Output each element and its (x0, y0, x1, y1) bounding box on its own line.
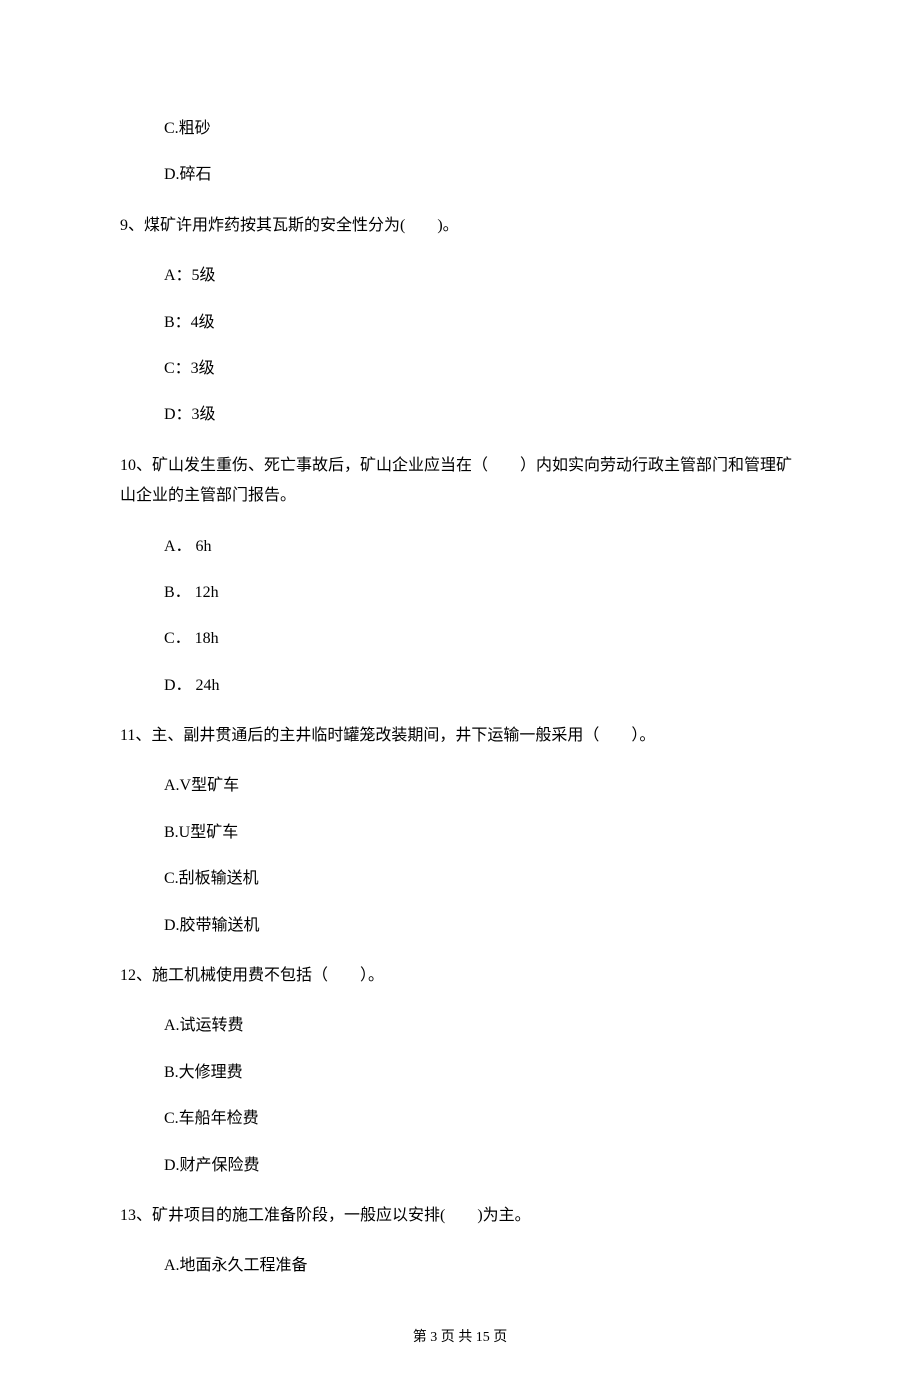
question-12-option-a: A.试运转费 (120, 1015, 800, 1037)
question-10-option-c: C． 18h (120, 628, 800, 650)
question-12-text: 12、施工机械使用费不包括（ ）。 (120, 961, 800, 991)
question-12-option-b: B.大修理费 (120, 1062, 800, 1084)
question-9-option-d: D：3级 (120, 404, 800, 426)
question-9-text: 9、煤矿许用炸药按其瓦斯的安全性分为( )。 (120, 211, 800, 241)
question-10-option-d: D． 24h (120, 675, 800, 697)
question-9-option-c: C：3级 (120, 358, 800, 380)
question-11-text: 11、主、副井贯通后的主井临时罐笼改装期间，井下运输一般采用（ ）。 (120, 721, 800, 751)
question-9-option-a: A：5级 (120, 265, 800, 287)
question-11-option-c: C.刮板输送机 (120, 868, 800, 890)
question-9-option-b: B：4级 (120, 312, 800, 334)
question-12-option-d: D.财产保险费 (120, 1155, 800, 1177)
question-13-text: 13、矿井项目的施工准备阶段，一般应以安排( )为主。 (120, 1201, 800, 1231)
question-11-option-b: B.U型矿车 (120, 822, 800, 844)
document-page: C.粗砂 D.碎石 9、煤矿许用炸药按其瓦斯的安全性分为( )。 A：5级 B：… (0, 0, 920, 1387)
question-8-option-c: C.粗砂 (120, 118, 800, 140)
question-11-option-a: A.V型矿车 (120, 775, 800, 797)
question-11-option-d: D.胶带输送机 (120, 915, 800, 937)
question-13-option-a: A.地面永久工程准备 (120, 1255, 800, 1277)
question-8-option-d: D.碎石 (120, 164, 800, 186)
question-12-option-c: C.车船年检费 (120, 1108, 800, 1130)
question-10-option-b: B． 12h (120, 582, 800, 604)
question-10-option-a: A． 6h (120, 536, 800, 558)
page-footer: 第 3 页 共 15 页 (120, 1328, 800, 1348)
question-10-text: 10、矿山发生重伤、死亡事故后，矿山企业应当在（ ）内如实向劳动行政主管部门和管… (120, 451, 800, 512)
